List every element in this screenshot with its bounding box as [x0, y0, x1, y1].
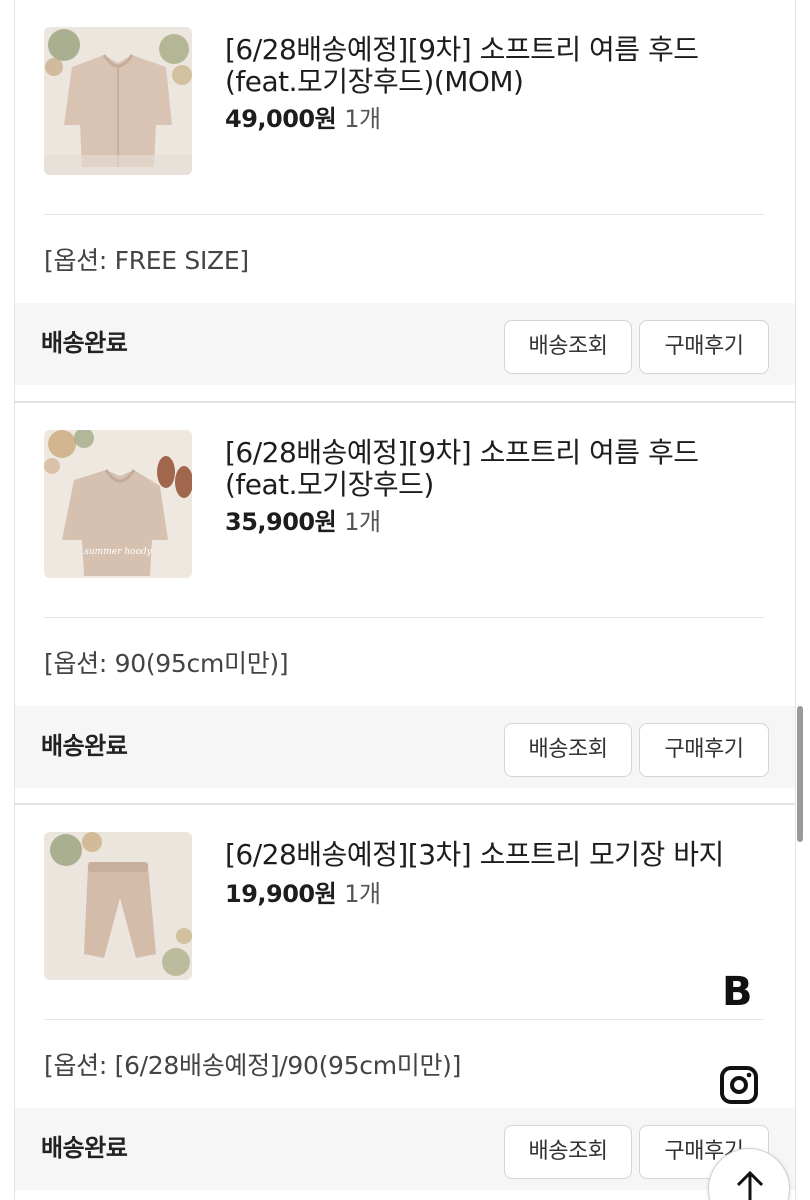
divider	[44, 1019, 764, 1020]
order-history-page: [6/28배송예정][9차] 소프트리 여름 후드 (feat.모기장후드)(M…	[0, 0, 810, 1200]
divider	[44, 617, 764, 618]
brand-logo[interactable]: B	[722, 972, 756, 1012]
write-review-button[interactable]: 구매후기	[639, 320, 769, 374]
kids-hoodie-product-image: summer hoody	[44, 430, 192, 578]
card-divider	[15, 803, 795, 805]
order-item: summer hoody [6/28배송예정][9차] 소프트리 여름 후드 (…	[15, 401, 795, 805]
price-line: 35,900원 1개	[225, 507, 381, 537]
product-thumbnail[interactable]	[44, 832, 192, 980]
arrow-up-icon	[736, 1170, 764, 1200]
product-price: 35,900원	[225, 508, 337, 536]
divider	[44, 214, 764, 215]
write-review-button[interactable]: 구매후기	[639, 723, 769, 777]
product-title-line1: [6/28배송예정][9차] 소프트리 여름 후드	[225, 436, 699, 469]
product-quantity: 1개	[344, 105, 381, 133]
product-title-line2: (feat.모기장후드)(MOM)	[225, 65, 524, 98]
track-delivery-button[interactable]: 배송조회	[504, 1125, 632, 1179]
product-quantity: 1개	[344, 508, 381, 536]
pants-product-image	[44, 832, 192, 980]
product-option: [옵션: FREE SIZE]	[44, 246, 249, 275]
product-thumbnail[interactable]	[44, 27, 192, 175]
order-status-bar: 배송완료 배송조회 구매후기	[15, 1108, 795, 1190]
price-line: 49,000원 1개	[225, 104, 381, 134]
page-border-right	[795, 0, 796, 1200]
delivery-status: 배송완료	[41, 732, 128, 760]
product-option: [옵션: [6/28배송예정]/90(95cm미만)]	[44, 1051, 462, 1080]
scrollbar-thumb[interactable]	[797, 706, 803, 842]
product-price: 19,900원	[225, 880, 337, 908]
product-price: 49,000원	[225, 105, 337, 133]
product-title[interactable]: [6/28배송예정][3차] 소프트리 모기장 바지	[225, 839, 765, 871]
product-thumbnail[interactable]: summer hoody	[44, 430, 192, 578]
track-delivery-button[interactable]: 배송조회	[504, 320, 632, 374]
order-status-bar: 배송완료 배송조회 구매후기	[15, 303, 795, 385]
product-title-line1: [6/28배송예정][3차] 소프트리 모기장 바지	[225, 838, 724, 871]
card-divider	[15, 401, 795, 403]
product-image-text: summer hoody	[84, 547, 152, 557]
product-title[interactable]: [6/28배송예정][9차] 소프트리 여름 후드 (feat.모기장후드)(M…	[225, 34, 765, 98]
order-item: [6/28배송예정][3차] 소프트리 모기장 바지 19,900원 1개 [옵션…	[15, 803, 795, 1200]
product-quantity: 1개	[344, 880, 381, 908]
product-title[interactable]: [6/28배송예정][9차] 소프트리 여름 후드 (feat.모기장후드)	[225, 437, 765, 501]
product-title-line2: (feat.모기장후드)	[225, 468, 434, 501]
delivery-status: 배송완료	[41, 329, 128, 357]
price-line: 19,900원 1개	[225, 879, 381, 909]
instagram-icon[interactable]	[720, 1066, 758, 1104]
hoodie-product-image	[44, 27, 192, 175]
delivery-status: 배송완료	[41, 1134, 128, 1162]
order-item: [6/28배송예정][9차] 소프트리 여름 후드 (feat.모기장후드)(M…	[15, 0, 795, 402]
product-option: [옵션: 90(95cm미만)]	[44, 649, 289, 678]
track-delivery-button[interactable]: 배송조회	[504, 723, 632, 777]
product-title-line1: [6/28배송예정][9차] 소프트리 여름 후드	[225, 33, 699, 66]
order-status-bar: 배송완료 배송조회 구매후기	[15, 706, 795, 788]
